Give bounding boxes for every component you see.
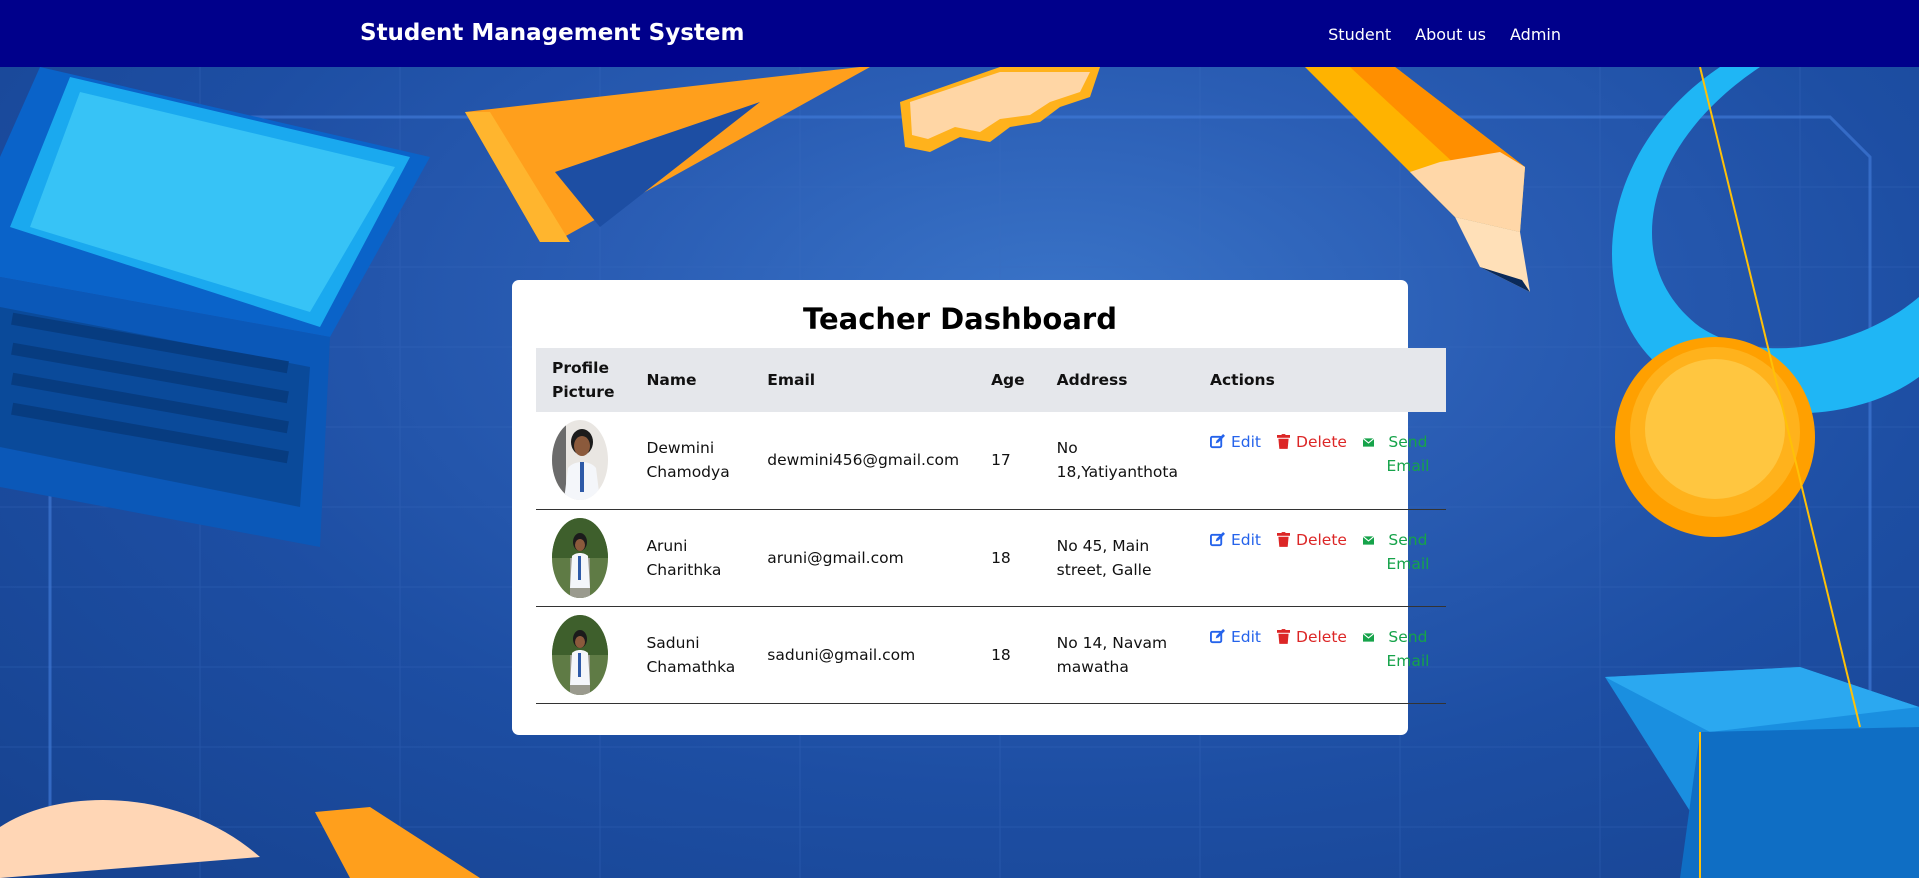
send-email-button[interactable]: Send Email [1362,625,1430,673]
send-email-label: Send Email [1386,530,1430,573]
student-age: 18 [975,606,1041,704]
nav-link-student[interactable]: Student [1328,25,1391,44]
trash-icon [1277,434,1291,450]
trash-icon [1277,628,1291,644]
teacher-dashboard-card: Teacher Dashboard Profile Picture Name E… [512,280,1446,735]
student-email: dewmini456@gmail.com [751,412,976,510]
profile-picture-cell [536,412,631,510]
delete-button[interactable]: Delete [1277,430,1347,454]
table-row: Dewmini Chamodya dewmini456@gmail.com 17… [536,412,1446,510]
delete-label: Delete [1296,530,1347,549]
envelope-icon [1362,438,1374,447]
column-header-actions: Actions [1193,348,1446,412]
edit-icon [1209,628,1225,643]
send-email-label: Send Email [1386,433,1430,476]
delete-label: Delete [1296,627,1347,646]
nav-link-about-us[interactable]: About us [1415,25,1486,44]
delete-button[interactable]: Delete [1277,625,1347,649]
student-address: No 18,Yatiyanthota [1040,412,1194,510]
profile-picture-cell [536,606,631,704]
nav-link-admin[interactable]: Admin [1510,25,1561,44]
top-navbar: Student Management System Student About … [0,0,1919,67]
student-email: aruni@gmail.com [751,509,976,607]
envelope-icon [1362,535,1374,545]
triangle-ruler-graphic [465,67,870,242]
edit-button[interactable]: Edit [1209,528,1262,552]
student-name: Dewmini Chamodya [630,412,752,510]
actions-cell: Edit Delete Send Email [1193,606,1446,704]
column-header-address: Address [1040,348,1194,412]
nav-links: Student About us Admin [1328,25,1561,44]
student-age: 18 [975,509,1041,607]
student-photo-icon [552,614,608,695]
student-address: No 45, Main street, Galle [1040,509,1194,607]
page-title: Teacher Dashboard [803,302,1117,336]
edit-label: Edit [1230,627,1262,646]
brand-title[interactable]: Student Management System [360,20,745,46]
edit-label: Edit [1230,530,1262,549]
student-name: Aruni Charithka [630,509,752,607]
delete-button[interactable]: Delete [1277,528,1347,552]
actions-cell: Edit Delete Send Email [1193,509,1446,607]
trash-icon [1277,531,1291,547]
edit-button[interactable]: Edit [1209,430,1262,454]
student-address: No 14, Navam mawatha [1040,606,1194,704]
student-photo-icon [552,420,608,501]
actions-cell: Edit Delete Send Email [1193,412,1446,510]
column-header-name: Name [630,348,752,412]
edit-icon [1209,434,1225,449]
send-email-label: Send Email [1386,627,1430,670]
envelope-icon [1362,632,1374,642]
student-age: 17 [975,412,1041,510]
column-header-email: Email [751,348,976,412]
laptop-graphic [0,67,430,547]
medal-graphic [1612,67,1919,537]
student-photo-icon [552,517,608,598]
student-name: Saduni Chamathka [630,606,752,704]
table-row: Saduni Chamathka saduni@gmail.com 18 No … [536,606,1446,704]
student-email: saduni@gmail.com [751,606,976,704]
edit-label: Edit [1230,433,1262,452]
delete-label: Delete [1296,433,1347,452]
column-header-age: Age [975,348,1041,412]
students-table: Profile Picture Name Email Age Address A… [536,348,1446,704]
table-header-row: Profile Picture Name Email Age Address A… [536,348,1446,412]
pencil-graphic [1305,67,1530,292]
send-email-button[interactable]: Send Email [1362,430,1430,478]
edit-icon [1209,531,1225,546]
table-row: Aruni Charithka aruni@gmail.com 18 No 45… [536,509,1446,607]
profile-picture-cell [536,509,631,607]
send-email-button[interactable]: Send Email [1362,528,1430,576]
column-header-profile-picture: Profile Picture [536,348,631,412]
edit-button[interactable]: Edit [1209,625,1262,649]
